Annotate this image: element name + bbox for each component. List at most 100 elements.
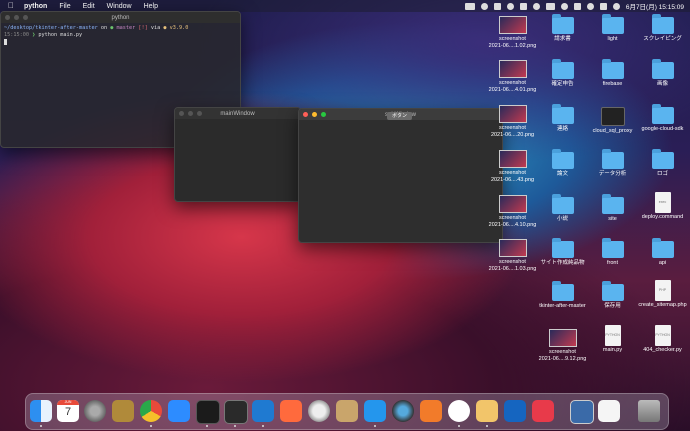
document-stack-icon[interactable] bbox=[598, 400, 620, 422]
folder-icon bbox=[601, 149, 624, 169]
dropbox-icon[interactable] bbox=[519, 2, 527, 10]
desktop-file[interactable]: screenshot 2021-06....43.png bbox=[485, 149, 540, 183]
zoom-app-icon[interactable] bbox=[168, 400, 190, 422]
input-source-icon[interactable] bbox=[573, 2, 581, 10]
sub-window-button[interactable]: ボタン bbox=[387, 112, 412, 120]
archive-icon[interactable] bbox=[336, 400, 358, 422]
status-area: 6月7日(月) 15:15:09 bbox=[464, 0, 684, 12]
desktop-icons: screenshot 2021-06....1.02.png screenshot… bbox=[489, 12, 690, 377]
desktop-file[interactable]: screenshot 2021-06....1.02.png bbox=[485, 15, 540, 49]
menu-window[interactable]: Window bbox=[107, 3, 132, 10]
desktop-folder[interactable]: 画像 bbox=[635, 59, 690, 88]
app-circle-icon[interactable] bbox=[448, 400, 470, 422]
sourcetree-icon[interactable] bbox=[420, 400, 442, 422]
folder-label: 論文 bbox=[556, 171, 568, 177]
record-icon[interactable] bbox=[480, 2, 488, 10]
desktop-folder[interactable]: google-cloud-sdk bbox=[635, 104, 690, 133]
finder-icon[interactable] bbox=[30, 400, 52, 422]
wifi-icon[interactable] bbox=[560, 2, 568, 10]
clock[interactable]: 6月7日(月) 15:15:09 bbox=[626, 1, 684, 11]
siri-icon[interactable] bbox=[612, 2, 620, 10]
file-label: screenshot bbox=[499, 259, 526, 265]
apple-icon[interactable]:  bbox=[8, 2, 16, 10]
desktop-folder[interactable]: 確定申告 bbox=[535, 59, 590, 88]
desktop-folder[interactable]: site bbox=[585, 194, 640, 223]
screenshot-thumbnail-icon bbox=[548, 329, 577, 347]
file-label: screenshot bbox=[499, 80, 526, 86]
clock-app-icon[interactable] bbox=[532, 400, 554, 422]
doc-type-label: PYTHON bbox=[655, 333, 670, 337]
downloads-stack-icon[interactable] bbox=[570, 400, 594, 424]
folder-icon bbox=[601, 59, 624, 79]
bluetooth-icon[interactable] bbox=[532, 2, 540, 10]
desktop-file[interactable]: screenshot 2021-06....1.03.png bbox=[485, 238, 540, 272]
desktop-file[interactable]: screenshot 2021-06....4.01.png bbox=[485, 59, 540, 93]
desktop-folder[interactable]: front bbox=[585, 238, 640, 267]
desktop-folder[interactable]: サイト作成純品物 bbox=[535, 238, 590, 267]
infinity-icon[interactable] bbox=[504, 400, 526, 422]
desktop-folder[interactable]: light bbox=[585, 14, 640, 43]
chrome-icon[interactable] bbox=[140, 400, 162, 422]
sub-window[interactable]: subWindow ボタン bbox=[298, 108, 503, 243]
branch-icon: ● bbox=[110, 25, 114, 31]
desktop-folder[interactable]: firebase bbox=[585, 59, 640, 88]
running-indicator bbox=[458, 425, 460, 427]
system-preferences-icon[interactable] bbox=[84, 400, 106, 422]
app-status-icon[interactable] bbox=[493, 2, 501, 10]
desktop-folder[interactable]: api bbox=[635, 238, 690, 267]
dock: JUN 7 bbox=[25, 393, 669, 430]
file-label: 2021-06....4.01.png bbox=[488, 86, 537, 93]
p-icon[interactable] bbox=[506, 2, 514, 10]
desktop-folder[interactable]: 論文 bbox=[535, 149, 590, 178]
spotlight-icon[interactable] bbox=[586, 2, 594, 10]
desktop-folder[interactable]: tkinter-after-master bbox=[535, 281, 590, 310]
screenshot-thumbnail-icon bbox=[498, 195, 527, 213]
desktop-file[interactable]: screenshot 2021-06....20.png bbox=[485, 104, 540, 138]
trash-icon[interactable] bbox=[638, 400, 660, 422]
main-window[interactable]: mainWindow bbox=[174, 107, 301, 202]
terminal-icon[interactable] bbox=[224, 400, 248, 424]
app-icon[interactable] bbox=[112, 400, 134, 422]
menu-help[interactable]: Help bbox=[144, 3, 158, 10]
running-indicator bbox=[150, 425, 152, 427]
main-window-titlebar[interactable]: mainWindow bbox=[175, 108, 300, 119]
menu-edit[interactable]: Edit bbox=[83, 3, 95, 10]
vscode-icon[interactable] bbox=[252, 400, 274, 422]
desktop-file[interactable]: PYTHON main.py bbox=[585, 325, 640, 354]
desktop-folder[interactable]: データ分析 bbox=[585, 149, 640, 178]
folder-label: api bbox=[658, 260, 667, 266]
swift-icon[interactable] bbox=[280, 400, 302, 422]
desktop-folder[interactable]: 連絡 bbox=[535, 104, 590, 133]
menu-file[interactable]: File bbox=[59, 3, 70, 10]
python-launcher-icon[interactable] bbox=[476, 400, 498, 422]
running-indicator bbox=[206, 425, 208, 427]
desktop-file[interactable]: cloud_sql_proxy bbox=[585, 107, 640, 135]
desktop-folder[interactable]: 小説 bbox=[535, 194, 590, 223]
python-file-icon: PYTHON bbox=[654, 325, 671, 346]
desktop-folder[interactable]: 請求書 bbox=[535, 14, 590, 43]
desktop-file[interactable]: PYTHON 404_checker.py bbox=[635, 325, 690, 354]
control-center-icon[interactable] bbox=[599, 2, 607, 10]
folder-icon bbox=[601, 281, 624, 301]
battery-icon[interactable] bbox=[545, 2, 555, 10]
desktop-file[interactable]: PHP create_sitemap.php bbox=[635, 280, 690, 309]
desktop-folder[interactable]: ロゴ bbox=[635, 149, 690, 178]
file-label: 2021-06....4.10.png bbox=[488, 221, 537, 228]
iterm-icon[interactable] bbox=[196, 400, 220, 424]
calendar-icon[interactable]: JUN 7 bbox=[57, 400, 79, 422]
running-indicator bbox=[262, 425, 264, 427]
desktop-file[interactable]: screenshot 2021-06....4.10.png bbox=[485, 194, 540, 228]
proxyman-icon[interactable] bbox=[392, 400, 414, 422]
terminal-titlebar[interactable]: python bbox=[1, 12, 240, 23]
docker-icon[interactable] bbox=[364, 400, 386, 422]
desktop-file[interactable]: screenshot 2021-06....9.12.png bbox=[535, 328, 590, 362]
sequel-icon[interactable] bbox=[308, 400, 330, 422]
folder-icon bbox=[601, 194, 624, 214]
desktop-file[interactable]: exec deploy.command bbox=[635, 192, 690, 221]
desktop-folder[interactable]: 保存用 bbox=[585, 281, 640, 310]
terminal-content[interactable]: ~/desktop/tkinter-after-master on ● mast… bbox=[1, 23, 240, 47]
display-icon[interactable] bbox=[464, 2, 475, 10]
desktop-folder[interactable]: スクレイピング bbox=[635, 14, 690, 43]
file-label: screenshot bbox=[499, 215, 526, 221]
menu-app-name[interactable]: python bbox=[24, 3, 47, 10]
